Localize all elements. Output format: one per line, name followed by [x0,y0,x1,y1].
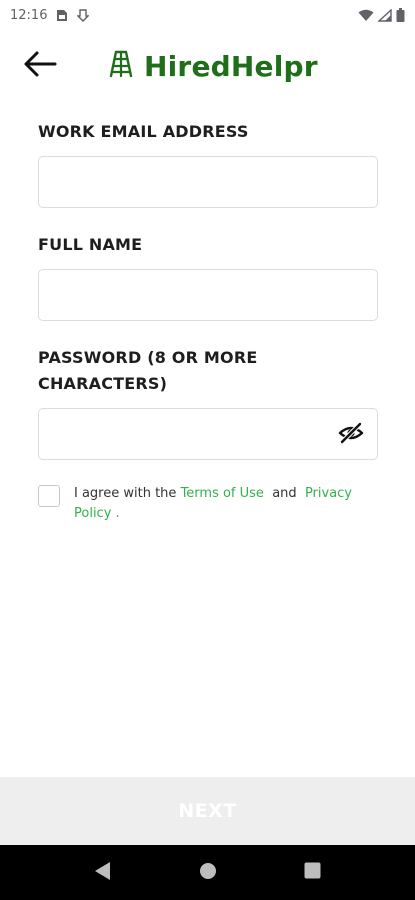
terms-of-use-link[interactable]: Terms of Use [181,486,264,501]
email-label: WORK EMAIL ADDRESS [38,122,249,141]
password-label: PASSWORD (8 OR MORE CHARACTERS) [38,345,257,397]
ladder-icon [108,50,134,83]
agreement-text: I agree with the Terms of Use and Privac… [74,484,378,524]
brand-logo: HiredHelpr [108,46,318,86]
status-bar: 12:16 [0,0,415,30]
system-nav-bar [0,845,415,900]
arrow-left-icon [23,51,57,82]
nav-home-button[interactable] [194,859,222,887]
status-time: 12:16 [10,7,48,23]
nav-back-button[interactable] [89,859,117,887]
password-label-line2: CHARACTERS) [38,374,168,393]
agreement-suffix: . [111,506,120,521]
agreement-prefix: I agree with the [74,486,181,501]
agreement-middle: and [263,486,305,501]
password-field-box [38,408,378,460]
full-name-field-box [38,269,378,321]
password-field[interactable] [39,409,377,459]
nav-recents-button[interactable] [298,859,326,887]
full-name-field[interactable] [39,270,377,320]
nav-home-icon [199,862,217,885]
nav-recents-icon [304,862,321,884]
wifi-icon [358,9,374,22]
eye-off-icon [338,421,364,449]
next-button[interactable]: NEXT [0,777,415,845]
battery-icon [396,8,405,22]
agree-checkbox[interactable] [38,485,60,507]
app-header: HiredHelpr [0,40,415,92]
signal-icon [378,8,392,22]
email-field-box [38,156,378,208]
full-name-label: FULL NAME [38,235,143,254]
brand-name: HiredHelpr [144,49,318,83]
back-button[interactable] [20,46,60,86]
email-field[interactable] [39,157,377,207]
next-label: NEXT [178,800,237,822]
download-icon [77,8,90,22]
password-label-line1: PASSWORD (8 OR MORE [38,348,258,367]
sim-card-icon [56,9,68,22]
password-visibility-toggle[interactable] [337,421,365,449]
nav-back-icon [94,861,112,886]
